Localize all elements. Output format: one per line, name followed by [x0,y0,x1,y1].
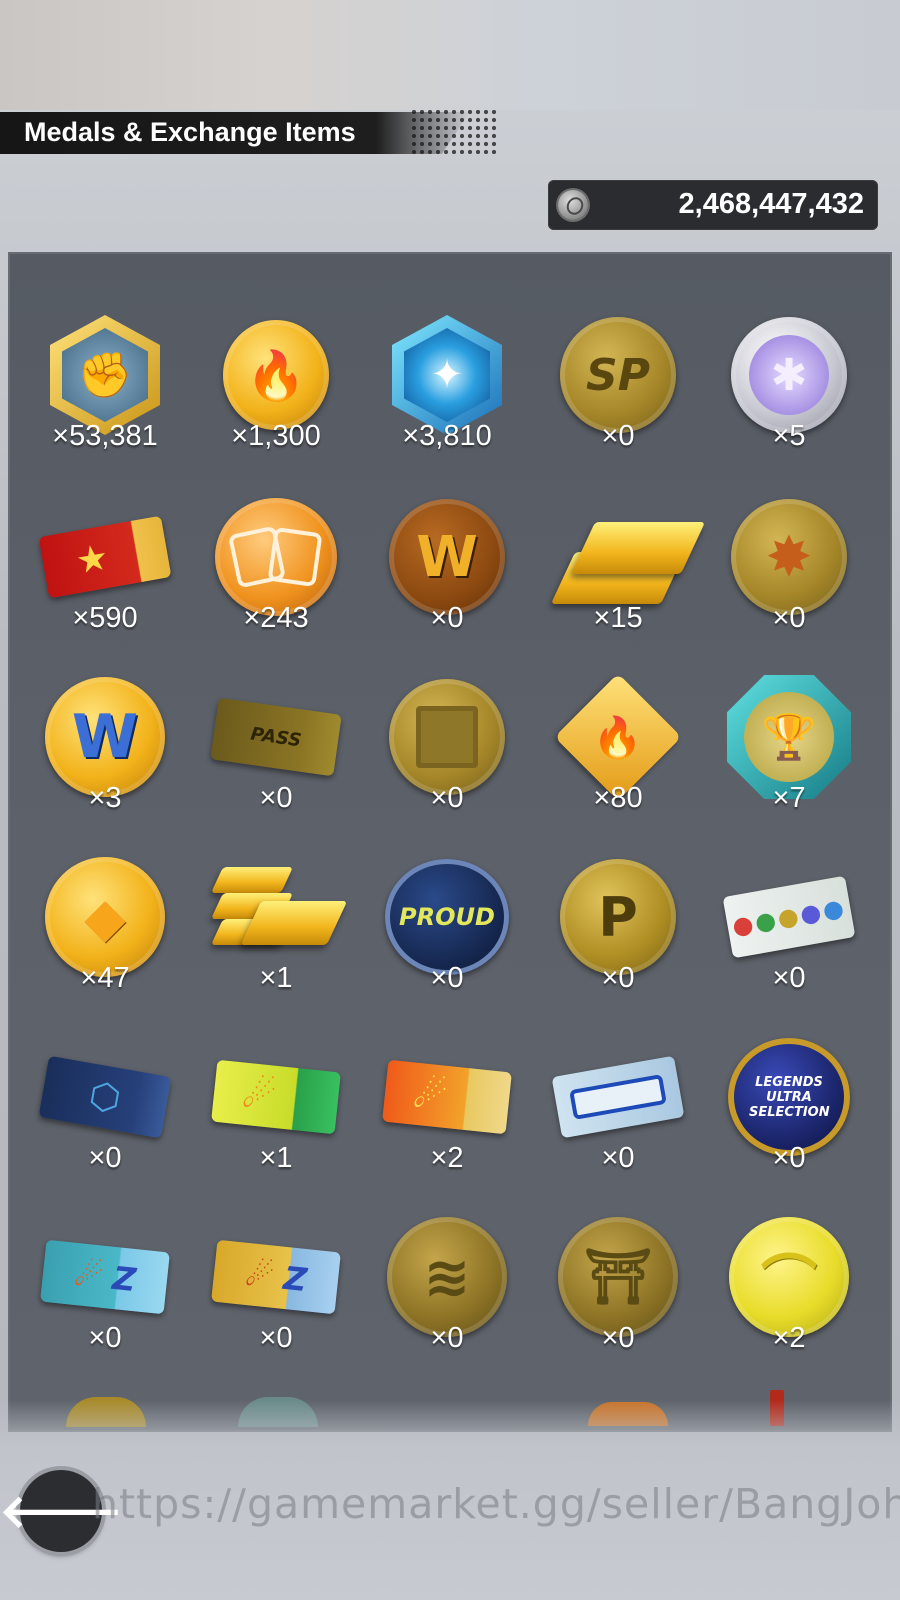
item-count: ×1,300 [231,420,321,452]
item-count: ×0 [772,1142,806,1174]
item-count: ×47 [80,962,130,994]
item-count: ×0 [430,962,464,994]
item-count: ×0 [430,602,464,634]
item-red-ticket[interactable]: ★ ×590 [20,492,190,672]
item-count: ×0 [430,782,464,814]
page-title: Medals & Exchange Items [24,117,356,147]
item-count: ×3,810 [402,420,492,452]
item-silver-star[interactable]: ✱ ×5 [704,310,874,490]
item-sp-meteor-ticket[interactable]: ☄ ×2 [362,1032,532,1212]
zeni-coin-icon [558,190,588,220]
item-count: ×243 [243,602,309,634]
item-gold-bars[interactable]: ×15 [533,492,706,672]
item-proud-coin[interactable]: PROUD ×0 [362,852,532,1032]
item-count: ×0 [430,1322,464,1354]
item-gem-coin[interactable]: ◆ ×47 [20,852,190,1032]
item-flame-coin[interactable]: 🔥 ×1,300 [191,310,361,490]
back-button[interactable]: 🡐 [0,1470,123,1552]
item-count: ×0 [601,1322,635,1354]
item-count: ×0 [772,602,806,634]
item-gem-ticket[interactable]: ● ● ● ● ● ×0 [704,852,874,1032]
item-blue-frame-ticket[interactable]: ×0 [533,1032,703,1212]
item-count: ×1 [259,962,293,994]
item-bandage-coin[interactable]: ≋ ×0 [362,1212,532,1392]
item-count: ×3 [88,782,122,814]
item-legends-ultra[interactable]: LEGENDS ULTRA SELECTION ×0 [704,1032,874,1212]
item-yellow-cape-coin[interactable]: ⌒ ×2 [704,1212,874,1392]
item-count: ×5 [772,420,806,452]
item-count: ×2 [772,1322,806,1354]
item-flame-diamond[interactable]: 🔥 ×80 [533,672,703,852]
item-gold-bar-stack[interactable]: ×1 [191,852,361,1032]
currency-display: 2,468,447,432 [548,180,878,230]
item-z-teal-ticket[interactable]: ☄ Z ×0 [20,1212,190,1392]
item-blue-ticket[interactable]: ⬡ ×0 [20,1032,190,1212]
item-count: ×0 [88,1142,122,1174]
item-blue-crystal[interactable]: ✦ ×3,810 [362,310,532,490]
watermark: https://gamemarket.gg/seller/BangJohn [92,1480,900,1528]
item-count: ×0 [88,1322,122,1354]
item-count: ×7 [772,782,806,814]
item-count: ×0 [601,420,635,452]
item-count: ×0 [601,962,635,994]
item-count: ×0 [601,1142,635,1174]
item-fist-medal[interactable]: ✊ ×53,381 [20,310,190,490]
item-green-meteor-ticket[interactable]: ☄ ×1 [191,1032,361,1212]
item-grid-panel: ✊ ×53,381 🔥 ×1,300 ✦ ×3,810 SP ×0 ✱ ×5 ★… [8,252,892,1432]
item-count: ×80 [593,782,643,814]
item-count: ×0 [772,962,806,994]
item-count: ×0 [259,1322,293,1354]
item-w-gold-coin[interactable]: W ×3 [20,672,190,852]
item-count: ×1 [259,1142,293,1174]
background-blur [0,0,900,110]
title-halftone [410,108,500,156]
item-count: ×0 [259,782,293,814]
item-count: ×590 [72,602,138,634]
item-gi-coin[interactable]: ⛩ ×0 [533,1212,703,1392]
item-legends-pass[interactable]: PASS ×0 [191,672,361,852]
item-w-coin[interactable]: W ×0 [362,492,532,672]
item-count: ×2 [430,1142,464,1174]
item-z-gold-ticket[interactable]: ☄ Z ×0 [191,1212,361,1392]
item-trophy-badge[interactable]: 🏆 ×7 [704,672,874,852]
item-burst-coin[interactable]: ✸ ×0 [704,492,874,672]
item-sp-coin[interactable]: SP ×0 [533,310,703,490]
item-card-coin[interactable]: ×243 [191,492,361,672]
item-count: ×53,381 [52,420,158,452]
item-puzzle-coin[interactable]: ×0 [362,672,532,852]
item-p-coin[interactable]: P ×0 [533,852,703,1032]
currency-value: 2,468,447,432 [678,188,864,220]
item-count: ×15 [593,602,643,634]
